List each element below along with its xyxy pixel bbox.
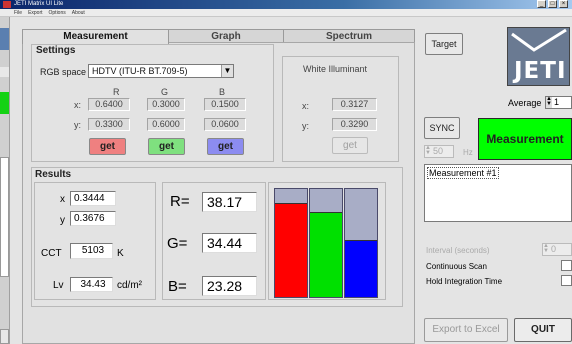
result-x-value: 0.3444 — [70, 191, 116, 206]
strip-tile-green — [0, 92, 9, 114]
average-label: Average — [508, 98, 542, 108]
b-y-value: 0.0600 — [204, 118, 246, 131]
r-result-value: 38.17 — [202, 192, 257, 212]
r-bar-fill — [275, 203, 307, 297]
g-result-label: G= — [167, 235, 188, 252]
col-header-b: B — [219, 87, 226, 97]
r-y-value: 0.3300 — [88, 118, 130, 131]
window-controls: _ □ × — [537, 0, 568, 8]
list-item[interactable]: Measurement #1 — [427, 167, 499, 179]
average-stepper-icon[interactable]: ▲ ▼ — [546, 96, 552, 108]
wi-y-value: 0.3290 — [332, 118, 377, 131]
menu-export[interactable]: Export — [28, 9, 42, 16]
interval-stepper-icon[interactable]: ▲ ▼ — [543, 243, 549, 255]
close-button[interactable]: × — [559, 0, 568, 8]
interval-input[interactable]: ▲ ▼ 0 — [542, 243, 572, 256]
rgb-space-select[interactable]: HDTV (ITU-R BT.709-5) ▼ — [88, 64, 234, 78]
get-r-button[interactable]: get — [89, 138, 126, 155]
continuous-scan-label: Continuous Scan — [426, 262, 487, 271]
wi-get-button[interactable]: get — [332, 137, 368, 154]
rgb-space-label: RGB space — [40, 67, 87, 77]
sync-frequency-input[interactable]: ▲ ▼ 50 — [424, 145, 454, 158]
measurement-button[interactable]: Measurement — [478, 118, 572, 160]
maximize-button[interactable]: □ — [548, 0, 557, 8]
lv-value: 34.43 — [70, 277, 113, 292]
strip-tile-light — [0, 67, 9, 77]
g-bar-fill — [310, 212, 342, 297]
menu-bar: File Export Options About — [0, 9, 572, 17]
g-x-value: 0.3000 — [147, 98, 185, 111]
interval-label: Interval (seconds) — [426, 246, 490, 255]
lv-label: Lv — [53, 280, 64, 291]
row-x-label: x: — [74, 100, 82, 110]
strip-tile-white — [0, 157, 9, 277]
row-y-label: y: — [74, 120, 82, 130]
get-b-button[interactable]: get — [207, 138, 244, 155]
average-value: 1 — [554, 97, 560, 107]
rgb-space-value: HDTV (ITU-R BT.709-5) — [92, 66, 188, 76]
measurement-list[interactable]: Measurement #1 — [424, 164, 572, 222]
wi-x-value: 0.3127 — [332, 98, 377, 111]
g-result-value: 34.44 — [202, 233, 257, 253]
results-title: Results — [35, 169, 72, 180]
title-bar: JETI Matrix UI Lite — [0, 0, 572, 9]
menu-file[interactable]: File — [14, 9, 22, 16]
b-result-label: B= — [168, 278, 187, 295]
sync-button[interactable]: SYNC — [424, 117, 460, 139]
hold-integration-label: Hold Integration Time — [426, 277, 503, 286]
lv-unit: cd/m² — [117, 280, 142, 291]
cct-unit: K — [117, 248, 124, 259]
b-x-value: 0.1500 — [204, 98, 246, 111]
r-result-label: R= — [170, 193, 190, 210]
chevron-down-icon: ▼ — [221, 65, 233, 77]
g-y-value: 0.6000 — [147, 118, 185, 131]
cct-label: CCT — [41, 248, 62, 259]
strip-tile-bottom — [0, 329, 9, 344]
wi-x-label: x: — [302, 101, 310, 111]
menu-about[interactable]: About — [72, 9, 85, 16]
average-input[interactable]: ▲ ▼ 1 — [545, 96, 572, 109]
jeti-logo: JETI — [507, 27, 570, 86]
white-illuminant-title: White Illuminant — [303, 64, 368, 74]
settings-title: Settings — [36, 45, 76, 56]
wi-y-label: y: — [302, 121, 310, 131]
tab-measurement[interactable]: Measurement — [22, 29, 169, 44]
b-bar-fill — [345, 239, 377, 297]
minimize-button[interactable]: _ — [537, 0, 546, 8]
result-y-label: y — [60, 215, 65, 226]
window-title: JETI Matrix UI Lite — [14, 1, 64, 7]
r-bar — [274, 188, 308, 298]
tab-graph[interactable]: Graph — [168, 29, 284, 43]
sync-stepper-icon[interactable]: ▲ ▼ — [425, 145, 431, 157]
logo-text: JETI — [514, 58, 567, 84]
menu-options[interactable]: Options — [49, 9, 66, 16]
sync-frequency-value: 50 — [433, 146, 444, 156]
cct-value: 5103 — [70, 243, 113, 259]
result-x-label: x — [60, 194, 65, 205]
col-header-r: R — [113, 87, 120, 97]
result-y-value: 0.3676 — [70, 211, 116, 226]
interval-value: 0 — [551, 244, 557, 254]
r-x-value: 0.6400 — [88, 98, 130, 111]
tab-spectrum[interactable]: Spectrum — [283, 29, 415, 43]
left-side-strip — [0, 17, 10, 344]
get-g-button[interactable]: get — [148, 138, 185, 155]
hold-integration-checkbox[interactable] — [561, 275, 572, 286]
strip-tile-blue — [0, 28, 9, 50]
target-button[interactable]: Target — [425, 33, 463, 55]
col-header-g: G — [161, 87, 169, 97]
g-bar — [309, 188, 343, 298]
b-result-value: 23.28 — [202, 276, 257, 296]
sync-unit: Hz — [463, 148, 473, 157]
b-bar — [344, 188, 378, 298]
continuous-scan-checkbox[interactable] — [561, 260, 572, 271]
app-icon — [3, 1, 11, 8]
export-excel-button[interactable]: Export to Excel — [424, 318, 508, 342]
quit-button[interactable]: QUIT — [514, 318, 572, 342]
